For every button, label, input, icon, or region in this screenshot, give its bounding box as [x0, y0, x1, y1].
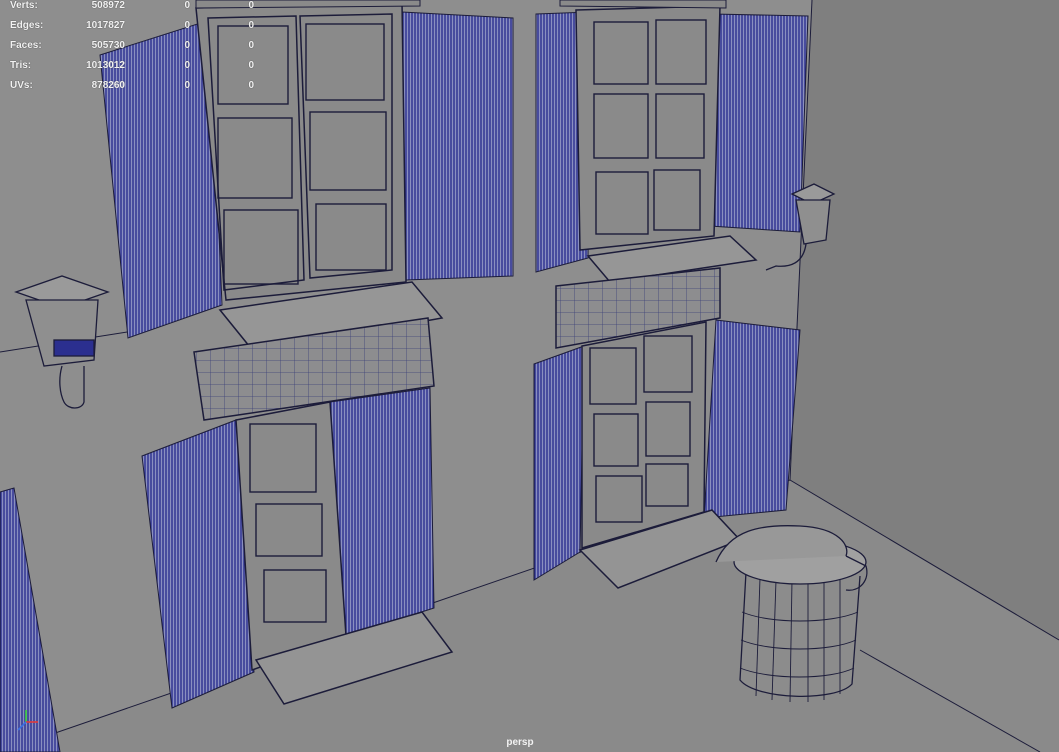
perspective-viewport[interactable]: Verts: 508972 0 0 Edges: 1017827 0 0 Fac… — [0, 0, 1059, 752]
scene-wireframe[interactable] — [0, 0, 1059, 752]
camera-name-label: persp — [506, 737, 534, 748]
view-axis-icon — [17, 710, 38, 731]
